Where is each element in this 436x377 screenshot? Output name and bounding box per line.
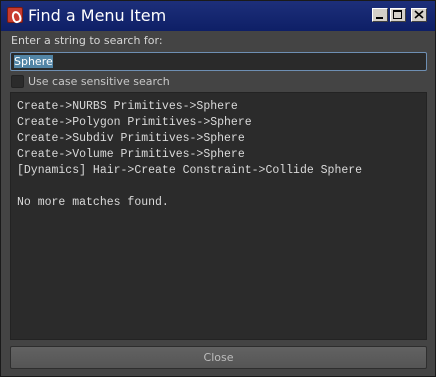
- results-list[interactable]: Create->NURBS Primitives->Sphere Create-…: [10, 92, 427, 340]
- maya-app-icon[interactable]: [7, 7, 23, 23]
- close-icon[interactable]: [411, 8, 427, 22]
- case-sensitive-label: Use case sensitive search: [28, 75, 170, 88]
- results-footer: No more matches found.: [17, 196, 169, 209]
- search-input[interactable]: Sphere: [10, 52, 427, 71]
- search-label: Enter a string to search for:: [11, 34, 163, 47]
- list-item[interactable]: Create->Volume Primitives->Sphere: [17, 147, 426, 163]
- case-sensitive-checkbox[interactable]: [11, 75, 24, 88]
- minimize-icon[interactable]: [372, 8, 388, 22]
- list-item[interactable]: Create->NURBS Primitives->Sphere: [17, 99, 426, 115]
- list-item[interactable]: Create->Subdiv Primitives->Sphere: [17, 131, 426, 147]
- title-bar[interactable]: Find a Menu Item: [1, 1, 435, 31]
- list-item[interactable]: [Dynamics] Hair->Create Constraint->Coll…: [17, 163, 426, 179]
- window-title: Find a Menu Item: [28, 6, 167, 25]
- close-button[interactable]: Close: [10, 346, 427, 369]
- search-input-value: Sphere: [14, 55, 53, 68]
- find-menu-item-window: Find a Menu Item Enter a string to searc…: [0, 0, 436, 377]
- list-item[interactable]: Create->Polygon Primitives->Sphere: [17, 115, 426, 131]
- maximize-icon[interactable]: [390, 8, 406, 22]
